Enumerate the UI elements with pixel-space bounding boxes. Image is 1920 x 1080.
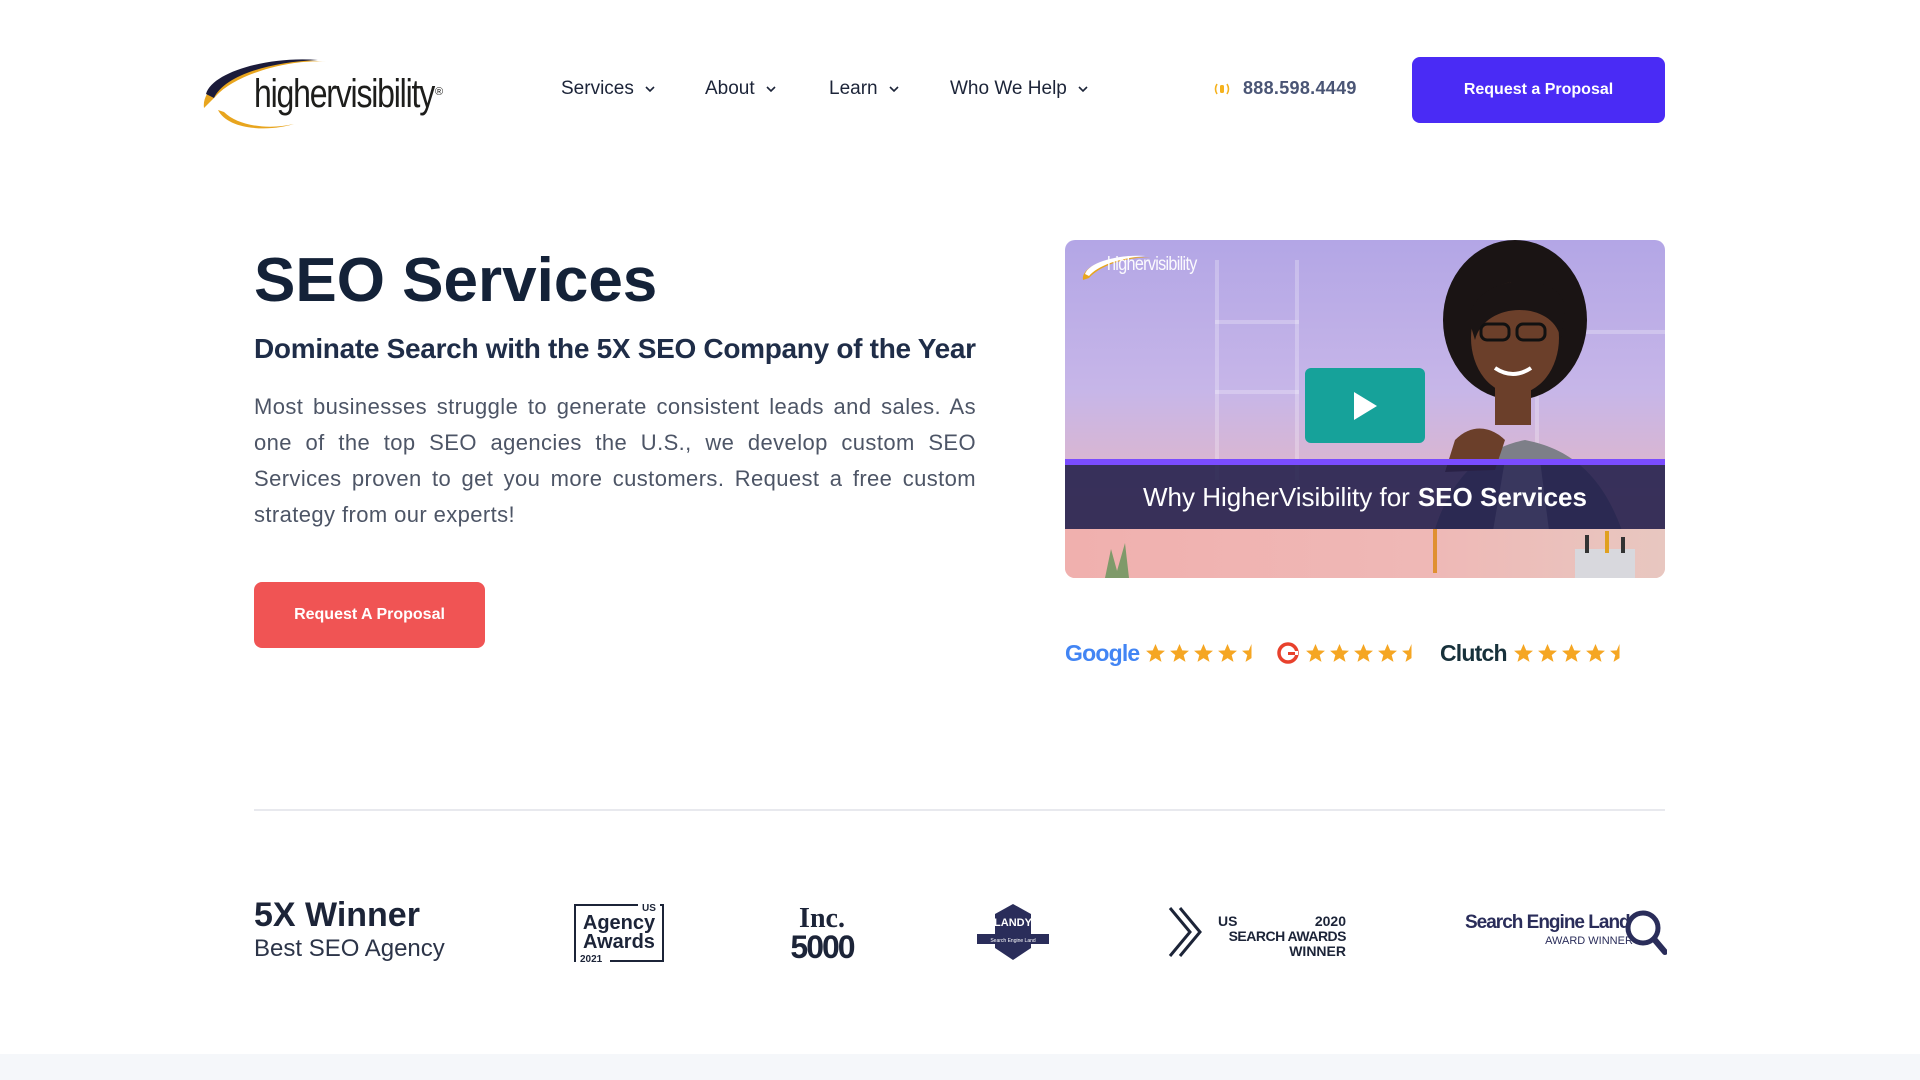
agency-awards-2021-logo: US Agency Awards 2021: [574, 902, 664, 964]
chevron-down-icon: [889, 86, 899, 93]
awards-subtitle: Best SEO Agency: [254, 935, 445, 962]
star-icon: [1585, 643, 1605, 662]
clutch-stars: [1513, 643, 1630, 664]
us-search-line3: WINNER: [1289, 943, 1346, 959]
nav-learn-label: Learn: [829, 78, 878, 99]
highervisibility-logo[interactable]: highervisibility ®: [198, 50, 446, 132]
sel-line1: Search Engine Land: [1465, 912, 1630, 933]
page-title-strong: SEO: [254, 246, 385, 315]
site-header: highervisibility ® Services About Learn …: [0, 0, 1920, 180]
nav-about-label: About: [705, 78, 755, 99]
star-icon: [1306, 643, 1325, 662]
us-search-year: 2020: [1315, 913, 1346, 929]
video-logo-text: highervisibility: [1107, 254, 1197, 275]
video-player[interactable]: highervisibility Why HigherVisibility fo…: [1065, 240, 1665, 578]
nav-services[interactable]: Services: [561, 78, 656, 100]
video-caption-light: Why HigherVisibility for: [1143, 481, 1410, 512]
us-search-awards-logo: US 2020 SEARCH AWARDS WINNER: [1168, 907, 1347, 959]
hero-subtitle: Dominate Search with the 5X SEO Company …: [254, 333, 976, 364]
sel-line2: AWARD WINNER: [1545, 935, 1633, 947]
star-icon: [1354, 643, 1373, 662]
google-rating: Google: [1065, 638, 1262, 668]
landy-label: LANDY: [994, 917, 1033, 929]
star-icon: [1170, 643, 1190, 662]
request-proposal-button[interactable]: Request a Proposal: [1412, 57, 1665, 123]
play-button[interactable]: [1305, 368, 1425, 443]
awards-title: 5X Winner: [254, 896, 420, 934]
phone-number: 888.598.4449: [1243, 78, 1357, 98]
video-caption-bar: Why HigherVisibility for SEO Services: [1065, 459, 1665, 529]
video-desk-area: [1065, 529, 1665, 578]
video-caption-strong: SEO Services: [1417, 481, 1587, 512]
us-search-line1: US: [1218, 913, 1237, 929]
chevron-down-icon: [766, 86, 776, 93]
g2-stars: [1305, 643, 1422, 664]
agency-awards-line2: Awards: [583, 931, 655, 953]
registered-mark: ®: [435, 86, 444, 98]
landy-sub: Search Engine Land: [990, 938, 1036, 944]
play-icon: [1354, 391, 1377, 420]
page-title: SEO Services: [254, 245, 657, 317]
star-icon: [1561, 643, 1581, 662]
chevron-down-icon: [1078, 86, 1088, 93]
phone-link[interactable]: 888.598.4449: [1213, 78, 1357, 99]
star-icon: [1218, 643, 1238, 662]
star-icon: [1537, 643, 1557, 662]
nav-who-we-help[interactable]: Who We Help: [950, 78, 1089, 100]
logo-wordmark: highervisibility: [254, 72, 435, 116]
star-icon: [1146, 643, 1166, 662]
star-icon: [1513, 643, 1533, 662]
star-icon: [1378, 643, 1397, 662]
inc-line2: 5000: [790, 929, 854, 962]
agency-awards-year: 2021: [580, 954, 603, 964]
us-search-line2: SEARCH AWARDS: [1229, 928, 1347, 944]
nav-learn[interactable]: Learn: [829, 78, 900, 100]
clutch-logo: Clutch: [1440, 639, 1508, 666]
google-logo: Google: [1065, 639, 1140, 666]
google-stars: [1145, 643, 1262, 664]
half-star-icon: [1402, 643, 1412, 662]
star-icon: [1194, 643, 1214, 662]
g2-logo-icon: [1277, 642, 1299, 664]
hero-description: Most businesses struggle to generate con…: [254, 394, 976, 527]
section-divider: [254, 809, 1665, 811]
hero-request-proposal-button[interactable]: Request A Proposal: [254, 582, 485, 648]
g2-brand-label: G2: [1277, 638, 1278, 639]
nav-who-we-help-label: Who We Help: [950, 78, 1067, 99]
next-section-strip: [0, 1054, 1920, 1080]
landy-award-logo: LANDY Search Engine Land: [977, 904, 1049, 960]
clutch-rating: Clutch: [1440, 638, 1630, 668]
half-star-icon: [1609, 643, 1620, 662]
phone-ring-icon: [1214, 83, 1230, 94]
nav-about[interactable]: About: [705, 78, 777, 100]
page-title-rest: Services: [402, 246, 658, 315]
half-star-icon: [1242, 643, 1252, 662]
nav-services-label: Services: [561, 78, 634, 99]
star-icon: [1330, 643, 1349, 662]
inc-5000-logo: Inc. 5000: [790, 903, 856, 962]
search-engine-land-award-logo: Search Engine Land AWARD WINNER: [1465, 910, 1667, 955]
chevron-down-icon: [645, 86, 655, 93]
g2-rating: G2: [1277, 638, 1422, 668]
